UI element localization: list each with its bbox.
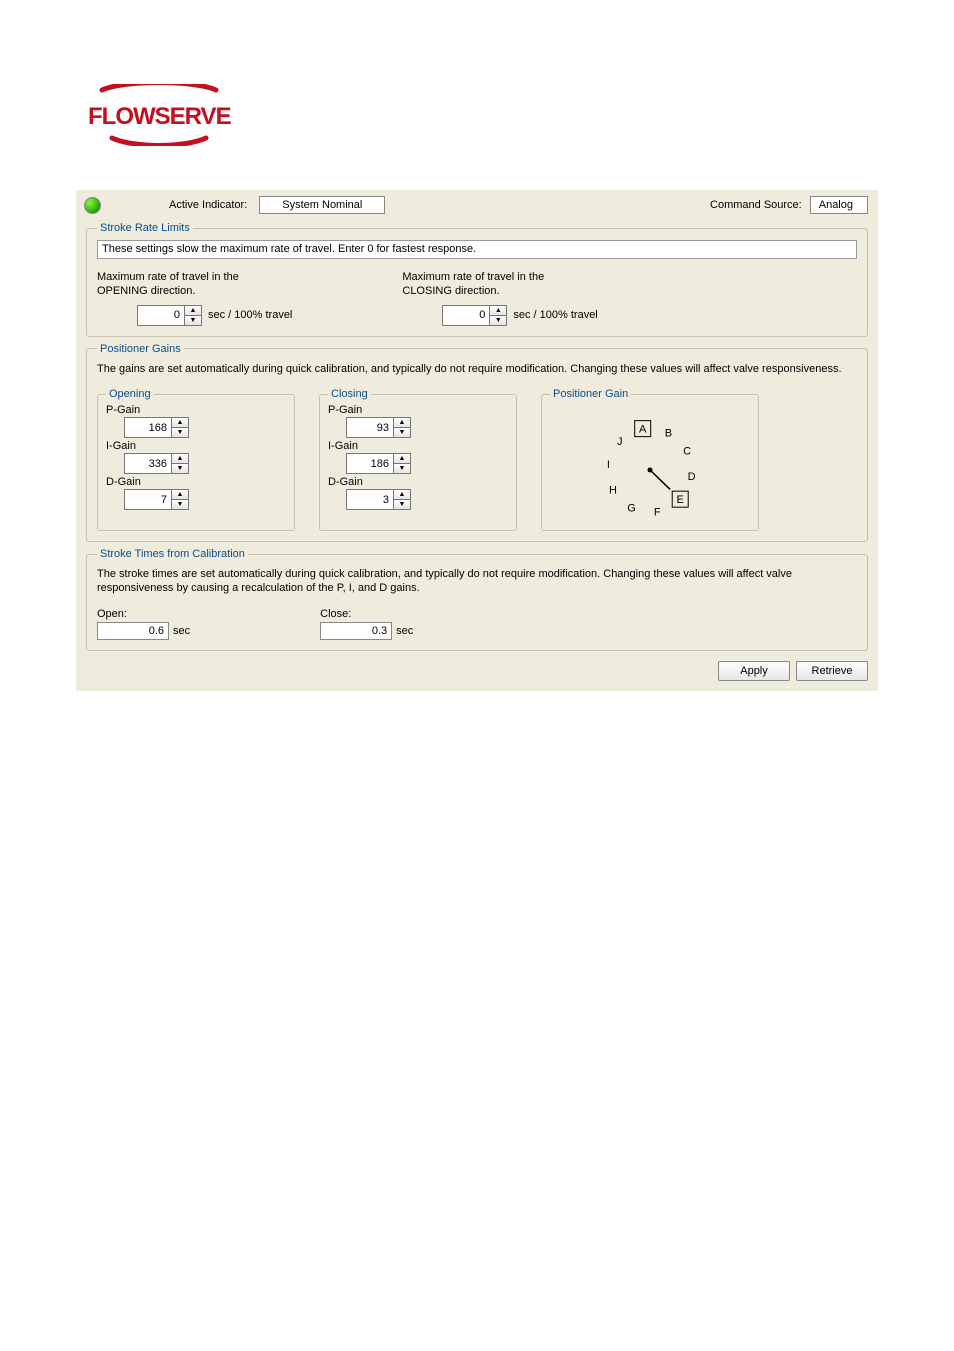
closing-igain-input[interactable] — [347, 454, 393, 473]
opening-pgain-label: P-Gain — [106, 404, 286, 416]
opening-pgain-up[interactable]: ▲ — [172, 418, 188, 428]
stroke-rate-limits-title: Stroke Rate Limits — [97, 222, 193, 234]
closing-dgain-input[interactable] — [347, 490, 393, 509]
closing-pgain-label: P-Gain — [328, 404, 508, 416]
closing-gains-group: Closing P-Gain ▲▼ I-Gain ▲▼ — [319, 388, 517, 531]
status-indicator-icon — [84, 197, 101, 214]
close-time-unit: sec — [396, 625, 413, 637]
stroke-rate-limits-desc: These settings slow the maximum rate of … — [97, 240, 857, 259]
opening-rate-label: Maximum rate of travel in the OPENING di… — [97, 271, 292, 299]
closing-igain-down[interactable]: ▼ — [394, 464, 410, 473]
open-time-input[interactable] — [97, 622, 169, 640]
closing-igain-up[interactable]: ▲ — [394, 454, 410, 464]
closing-dgain-label: D-Gain — [328, 476, 508, 488]
opening-rate-up[interactable]: ▲ — [185, 306, 201, 316]
positioner-gains-desc: The gains are set automatically during q… — [97, 363, 857, 377]
closing-pgain-down[interactable]: ▼ — [394, 428, 410, 437]
opening-igain-label: I-Gain — [106, 440, 286, 452]
svg-text:E: E — [677, 495, 684, 507]
svg-text:B: B — [665, 428, 672, 440]
apply-button[interactable]: Apply — [718, 661, 790, 681]
opening-dgain-label: D-Gain — [106, 476, 286, 488]
svg-text:F: F — [654, 507, 661, 519]
svg-text:FLOWSERVE: FLOWSERVE — [88, 103, 232, 130]
opening-pgain-down[interactable]: ▼ — [172, 428, 188, 437]
opening-dgain-down[interactable]: ▼ — [172, 500, 188, 509]
open-time-unit: sec — [173, 625, 190, 637]
opening-gains-group: Opening P-Gain ▲▼ I-Gain ▲▼ — [97, 388, 295, 531]
opening-rate-down[interactable]: ▼ — [185, 316, 201, 325]
opening-dgain-up[interactable]: ▲ — [172, 490, 188, 500]
svg-text:H: H — [609, 485, 617, 497]
closing-dgain-spinner[interactable]: ▲▼ — [346, 489, 411, 510]
closing-gains-title: Closing — [328, 388, 371, 400]
closing-pgain-input[interactable] — [347, 418, 393, 437]
flowserve-logo: FLOWSERVE — [84, 84, 244, 146]
closing-rate-up[interactable]: ▲ — [490, 306, 506, 316]
closing-dgain-up[interactable]: ▲ — [394, 490, 410, 500]
positioner-gain-dial-group: Positioner Gain A BC DE F GH IJ — [541, 388, 759, 531]
stroke-times-title: Stroke Times from Calibration — [97, 548, 248, 560]
closing-dgain-down[interactable]: ▼ — [394, 500, 410, 509]
svg-text:I: I — [607, 460, 610, 472]
positioner-gains-title: Positioner Gains — [97, 343, 184, 355]
stroke-times-group: Stroke Times from Calibration The stroke… — [86, 548, 868, 651]
closing-pgain-up[interactable]: ▲ — [394, 418, 410, 428]
closing-igain-label: I-Gain — [328, 440, 508, 452]
stroke-times-desc: The stroke times are set automatically d… — [97, 568, 857, 596]
opening-igain-spinner[interactable]: ▲▼ — [124, 453, 189, 474]
closing-rate-down[interactable]: ▼ — [490, 316, 506, 325]
retrieve-button[interactable]: Retrieve — [796, 661, 868, 681]
svg-text:G: G — [627, 503, 636, 515]
opening-rate-input[interactable] — [138, 306, 184, 325]
closing-rate-spinner[interactable]: ▲ ▼ — [442, 305, 507, 326]
command-source-value: Analog — [810, 196, 868, 214]
open-time-label: Open: — [97, 608, 190, 620]
svg-text:D: D — [688, 471, 696, 483]
closing-rate-unit: sec / 100% travel — [513, 309, 597, 321]
opening-dgain-input[interactable] — [125, 490, 171, 509]
active-indicator-label: Active Indicator: — [169, 199, 247, 211]
closing-pgain-spinner[interactable]: ▲▼ — [346, 417, 411, 438]
opening-igain-down[interactable]: ▼ — [172, 464, 188, 473]
close-time-input[interactable] — [320, 622, 392, 640]
opening-igain-input[interactable] — [125, 454, 171, 473]
opening-rate-spinner[interactable]: ▲ ▼ — [137, 305, 202, 326]
svg-text:J: J — [617, 436, 623, 448]
opening-gains-title: Opening — [106, 388, 154, 400]
status-bar: Active Indicator: System Nominal Command… — [76, 190, 878, 216]
closing-igain-spinner[interactable]: ▲▼ — [346, 453, 411, 474]
config-screenshot: Active Indicator: System Nominal Command… — [76, 190, 878, 691]
positioner-gains-group: Positioner Gains The gains are set autom… — [86, 343, 868, 543]
positioner-gain-dial-title: Positioner Gain — [550, 388, 631, 400]
positioner-gain-dial[interactable]: A BC DE F GH IJ — [580, 410, 720, 520]
close-time-label: Close: — [320, 608, 413, 620]
stroke-rate-limits-group: Stroke Rate Limits These settings slow t… — [86, 222, 868, 337]
command-source-label: Command Source: — [710, 199, 802, 211]
opening-pgain-spinner[interactable]: ▲▼ — [124, 417, 189, 438]
svg-text:A: A — [639, 424, 647, 436]
opening-igain-up[interactable]: ▲ — [172, 454, 188, 464]
closing-rate-input[interactable] — [443, 306, 489, 325]
active-indicator-value: System Nominal — [259, 196, 385, 214]
opening-rate-unit: sec / 100% travel — [208, 309, 292, 321]
opening-pgain-input[interactable] — [125, 418, 171, 437]
closing-rate-label: Maximum rate of travel in the CLOSING di… — [402, 271, 597, 299]
svg-text:C: C — [683, 446, 691, 458]
opening-dgain-spinner[interactable]: ▲▼ — [124, 489, 189, 510]
